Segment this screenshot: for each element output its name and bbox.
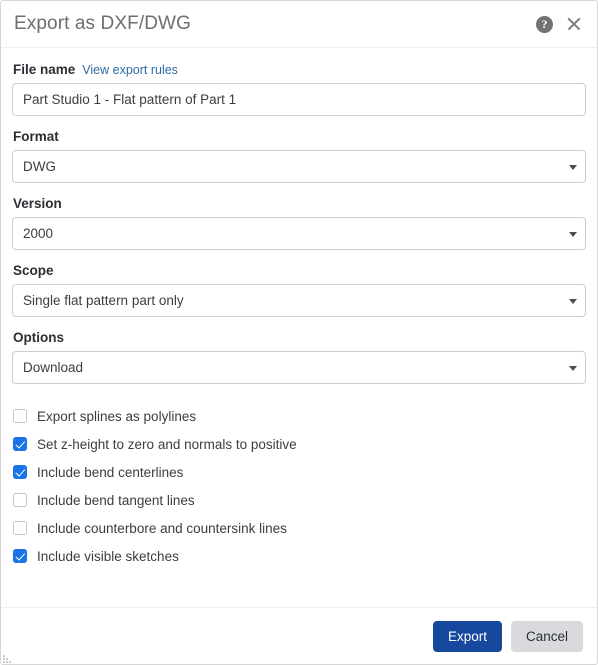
checkbox-label: Export splines as polylines (37, 408, 197, 424)
format-field-block: Format DWG (12, 129, 586, 183)
format-label: Format (13, 129, 59, 144)
checkbox-row[interactable]: Include bend centerlines (13, 458, 586, 486)
checkbox-checked-icon[interactable] (13, 437, 27, 451)
resize-grip-icon[interactable] (3, 652, 14, 663)
export-button[interactable]: Export (432, 620, 502, 652)
checkbox-row[interactable]: Include bend tangent lines (13, 486, 586, 514)
format-select[interactable]: DWG (12, 150, 586, 183)
dialog-header: Export as DXF/DWG ? (1, 1, 597, 48)
cancel-button[interactable]: Cancel (510, 620, 583, 652)
options-select[interactable]: Download (12, 351, 586, 384)
scope-label: Scope (13, 263, 54, 278)
export-dxf-dwg-dialog: Export as DXF/DWG ? File name View expor… (0, 0, 598, 665)
checkbox-unchecked-icon[interactable] (13, 521, 27, 535)
checkbox-label: Include counterbore and countersink line… (37, 520, 287, 536)
scope-label-row: Scope (12, 263, 586, 278)
dialog-body: File name View export rules Format DWG V… (1, 48, 597, 607)
version-field-block: Version 2000 (12, 196, 586, 250)
scope-select[interactable]: Single flat pattern part only (12, 284, 586, 317)
close-icon[interactable] (565, 15, 583, 33)
header-actions: ? (536, 15, 583, 33)
checkbox-checked-icon[interactable] (13, 549, 27, 563)
checkbox-label: Set z-height to zero and normals to posi… (37, 436, 297, 452)
options-label: Options (13, 330, 64, 345)
checkbox-row[interactable]: Set z-height to zero and normals to posi… (13, 430, 586, 458)
checkbox-label: Include bend centerlines (37, 464, 184, 480)
file-name-input[interactable] (12, 83, 586, 116)
checkbox-label: Include bend tangent lines (37, 492, 195, 508)
scope-field-block: Scope Single flat pattern part only (12, 263, 586, 317)
checkbox-unchecked-icon[interactable] (13, 493, 27, 507)
options-select-wrap: Download (12, 351, 586, 384)
options-label-row: Options (12, 330, 586, 345)
dialog-title: Export as DXF/DWG (14, 13, 191, 34)
file-name-field-block: File name View export rules (12, 62, 586, 116)
version-select[interactable]: 2000 (12, 217, 586, 250)
checkbox-row[interactable]: Export splines as polylines (13, 402, 586, 430)
dialog-footer: Export Cancel (1, 607, 597, 664)
format-select-wrap: DWG (12, 150, 586, 183)
checkbox-row[interactable]: Include counterbore and countersink line… (13, 514, 586, 542)
checkbox-label: Include visible sketches (37, 548, 179, 564)
view-export-rules-link[interactable]: View export rules (82, 63, 178, 77)
version-label: Version (13, 196, 62, 211)
export-options-checkbox-list: Export splines as polylines Set z-height … (12, 402, 586, 570)
checkbox-unchecked-icon[interactable] (13, 409, 27, 423)
scope-select-wrap: Single flat pattern part only (12, 284, 586, 317)
options-field-block: Options Download (12, 330, 586, 384)
format-label-row: Format (12, 129, 586, 144)
version-label-row: Version (12, 196, 586, 211)
file-name-label-row: File name View export rules (12, 62, 586, 77)
version-select-wrap: 2000 (12, 217, 586, 250)
help-circle-icon[interactable]: ? (536, 15, 553, 33)
checkbox-row[interactable]: Include visible sketches (13, 542, 586, 570)
file-name-label: File name (13, 62, 76, 77)
checkbox-checked-icon[interactable] (13, 465, 27, 479)
